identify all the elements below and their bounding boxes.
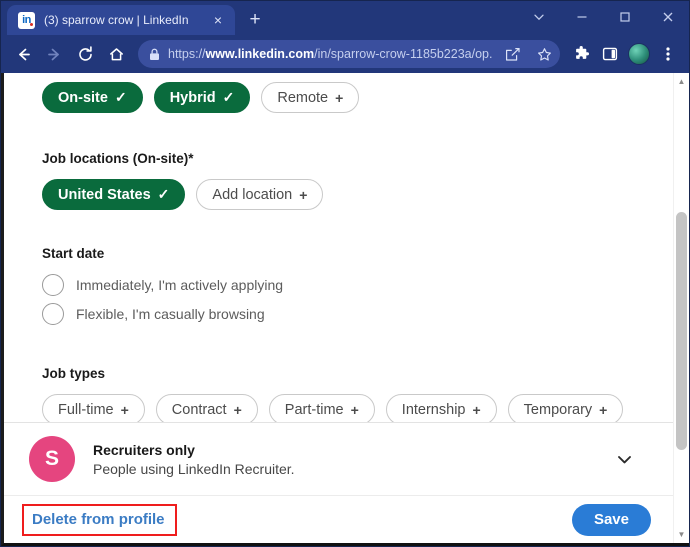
tab-strip: in (3) sparrow crow | LinkedIn × + bbox=[1, 1, 689, 35]
chip-on-site[interactable]: On-site ✓ bbox=[42, 82, 143, 113]
chip-label: On-site bbox=[58, 89, 108, 106]
chip-label: Internship bbox=[401, 401, 466, 418]
chevron-down-icon[interactable] bbox=[607, 442, 641, 476]
recruiters-subtitle: People using LinkedIn Recruiter. bbox=[93, 460, 295, 477]
plus-icon: + bbox=[299, 186, 308, 203]
url-text: https://www.linkedin.com/in/sparrow-crow… bbox=[168, 47, 492, 61]
address-bar[interactable]: https://www.linkedin.com/in/sparrow-crow… bbox=[138, 40, 560, 68]
minimize-icon[interactable] bbox=[560, 1, 603, 32]
lock-icon bbox=[149, 48, 160, 61]
form-footer: Delete from profile Save bbox=[4, 495, 673, 543]
chip-hybrid[interactable]: Hybrid ✓ bbox=[153, 82, 251, 113]
start-date-group: Start date Immediately, I'm actively app… bbox=[42, 236, 673, 325]
job-locations-label: Job locations (On-site)* bbox=[42, 151, 194, 166]
delete-highlight-box: Delete from profile bbox=[22, 503, 177, 536]
chip-add-location[interactable]: Add location + bbox=[196, 179, 324, 210]
job-types-chips: Full-time + Contract + Part-time + Inter… bbox=[42, 394, 673, 422]
radio-flexible[interactable]: Flexible, I'm casually browsing bbox=[42, 303, 673, 325]
chip-label: Contract bbox=[171, 401, 227, 418]
chip-label: United States bbox=[58, 186, 151, 203]
delete-from-profile-link[interactable]: Delete from profile bbox=[32, 511, 165, 528]
chip-label: Full-time bbox=[58, 401, 114, 418]
browser-window: in (3) sparrow crow | LinkedIn × + https… bbox=[0, 0, 690, 547]
check-icon: ✓ bbox=[114, 89, 127, 105]
new-tab-button[interactable]: + bbox=[241, 6, 269, 34]
radio-button-icon[interactable] bbox=[42, 274, 64, 296]
chip-label: Temporary bbox=[523, 401, 593, 418]
save-button[interactable]: Save bbox=[571, 503, 651, 536]
window-controls bbox=[517, 1, 689, 32]
three-dot-menu-icon[interactable] bbox=[654, 39, 682, 69]
side-panel-icon[interactable] bbox=[596, 39, 624, 69]
forward-icon[interactable] bbox=[39, 39, 69, 69]
radio-label: Flexible, I'm casually browsing bbox=[76, 306, 265, 322]
linkedin-job-preferences-form: On-site ✓ Hybrid ✓ Remote + Job location… bbox=[4, 73, 673, 543]
scrollbar-track[interactable] bbox=[674, 90, 689, 526]
star-icon[interactable] bbox=[532, 42, 556, 66]
home-icon[interactable] bbox=[101, 39, 131, 69]
check-icon: ✓ bbox=[157, 186, 170, 202]
job-locations-group: Job locations (On-site)* United States ✓… bbox=[42, 141, 673, 210]
close-tab-icon[interactable]: × bbox=[209, 11, 227, 29]
reload-icon[interactable] bbox=[70, 39, 100, 69]
plus-icon: + bbox=[233, 401, 242, 418]
plus-icon: + bbox=[335, 89, 344, 106]
close-window-icon[interactable] bbox=[646, 1, 689, 32]
chip-remote[interactable]: Remote + bbox=[261, 82, 360, 113]
radio-button-icon[interactable] bbox=[42, 303, 64, 325]
share-icon[interactable] bbox=[500, 42, 524, 66]
chip-united-states[interactable]: United States ✓ bbox=[42, 179, 186, 210]
recruiters-text: Recruiters only People using LinkedIn Re… bbox=[93, 442, 589, 477]
chip-label: Part-time bbox=[284, 401, 344, 418]
job-types-group: Job types Full-time + Contract + Part-ti… bbox=[42, 356, 673, 422]
form-scroll-area: On-site ✓ Hybrid ✓ Remote + Job location… bbox=[4, 73, 673, 422]
maximize-icon[interactable] bbox=[603, 1, 646, 32]
start-date-label: Start date bbox=[42, 246, 105, 261]
recruiters-only-section[interactable]: S Recruiters only People using LinkedIn … bbox=[4, 423, 673, 495]
radio-label: Immediately, I'm actively applying bbox=[76, 277, 284, 293]
extensions-puzzle-icon[interactable] bbox=[567, 39, 595, 69]
plus-icon: + bbox=[350, 401, 359, 418]
chip-label: Hybrid bbox=[169, 89, 216, 106]
chip-internship[interactable]: Internship + bbox=[385, 394, 497, 422]
chip-temporary[interactable]: Temporary + bbox=[507, 394, 624, 422]
chip-label: Remote bbox=[277, 89, 329, 106]
workplace-type-chips: On-site ✓ Hybrid ✓ Remote + bbox=[42, 82, 673, 113]
page-scrollbar[interactable]: ▲ ▼ bbox=[673, 73, 689, 543]
scrollbar-thumb[interactable] bbox=[676, 212, 687, 450]
scroll-up-arrow-icon[interactable]: ▲ bbox=[674, 73, 689, 90]
chip-full-time[interactable]: Full-time + bbox=[42, 394, 145, 422]
back-icon[interactable] bbox=[8, 39, 38, 69]
plus-icon: + bbox=[599, 401, 608, 418]
check-icon: ✓ bbox=[222, 89, 235, 105]
chip-contract[interactable]: Contract + bbox=[155, 394, 258, 422]
linkedin-favicon: in bbox=[18, 11, 35, 29]
tab-search-icon[interactable] bbox=[517, 1, 560, 32]
plus-icon: + bbox=[120, 401, 129, 418]
recruiters-title: Recruiters only bbox=[93, 441, 195, 458]
avatar: S bbox=[29, 436, 75, 482]
page-viewport: On-site ✓ Hybrid ✓ Remote + Job location… bbox=[1, 73, 689, 546]
browser-tab-linkedin[interactable]: in (3) sparrow crow | LinkedIn × bbox=[7, 5, 235, 35]
navigation-toolbar: https://www.linkedin.com/in/sparrow-crow… bbox=[1, 35, 689, 73]
scroll-down-arrow-icon[interactable]: ▼ bbox=[674, 526, 689, 543]
chip-label: Add location bbox=[212, 186, 293, 203]
tab-title: (3) sparrow crow | LinkedIn bbox=[44, 13, 189, 27]
radio-immediately[interactable]: Immediately, I'm actively applying bbox=[42, 274, 673, 296]
job-locations-chips: United States ✓ Add location + bbox=[42, 179, 673, 210]
plus-icon: + bbox=[472, 401, 481, 418]
job-types-label: Job types bbox=[42, 366, 106, 381]
chip-part-time[interactable]: Part-time + bbox=[268, 394, 375, 422]
chrome-profile-avatar[interactable] bbox=[628, 43, 650, 65]
